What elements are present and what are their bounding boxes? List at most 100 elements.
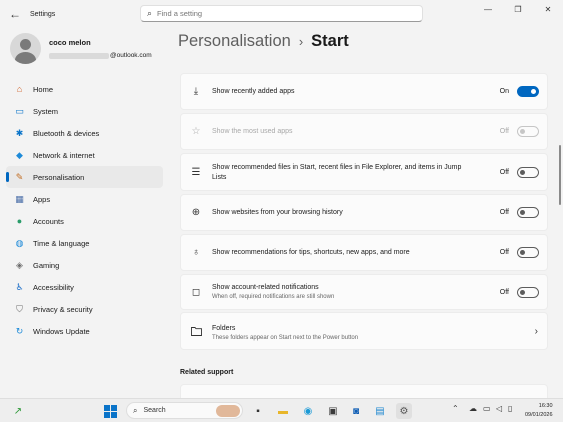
sidebar-item-label: Gaming — [33, 260, 60, 270]
gamepad-icon: ◈ — [16, 259, 23, 270]
toggle-state-label: Off — [499, 209, 509, 216]
sidebar-item-accessibility[interactable]: ♿ Accessibility — [6, 276, 163, 298]
breadcrumb-current: Start — [311, 32, 349, 50]
sidebar-item-label: System — [33, 106, 59, 116]
folders-label: Folders — [212, 325, 236, 332]
edge-browser-icon[interactable]: ◉ — [300, 403, 316, 419]
toggle-switch[interactable] — [517, 207, 539, 218]
sidebar-item-label: Accounts — [33, 216, 64, 226]
system-icon: ▭ — [15, 105, 24, 116]
toggle-switch[interactable] — [517, 166, 539, 178]
setting-label: Show recommended files in Start, recent … — [212, 164, 462, 171]
photos-icon[interactable]: ▤ — [372, 403, 388, 419]
sidebar-item-label: Time & language — [33, 238, 90, 248]
list-icon: ☰ — [191, 166, 201, 178]
sidebar-item-system[interactable]: ▭ System — [6, 100, 163, 122]
chevron-up-icon[interactable]: ⌃ — [452, 404, 459, 413]
battery-icon[interactable]: ▯ — [508, 404, 512, 413]
setting-label: Show recommendations for tips, shortcuts… — [212, 248, 410, 256]
bluetooth-icon: ✱ — [15, 127, 24, 138]
clock-date: 09/01/2026 — [525, 412, 553, 418]
sidebar-item-accounts[interactable]: ● Accounts — [6, 210, 163, 232]
back-arrow-icon[interactable]: ← — [4, 3, 26, 25]
stocks-widget-icon[interactable]: ↗ — [10, 403, 26, 419]
toggle-state-label: Off — [499, 168, 509, 176]
setting-row: ⊕ Show websites from your browsing histor… — [180, 194, 548, 231]
store-icon[interactable]: ▣ — [325, 403, 341, 419]
settings-search-box[interactable]: ⌕ — [140, 5, 423, 22]
sidebar-item-time-language[interactable]: ◍ Time & language — [6, 232, 163, 254]
sidebar-item-bluetooth-devices[interactable]: ✱ Bluetooth & devices — [6, 122, 163, 144]
windows-start-icon[interactable] — [102, 403, 118, 419]
toggle-state-label: Off — [499, 128, 509, 135]
user-profile[interactable]: coco melon @outlook.com — [10, 33, 152, 64]
task-view-icon[interactable]: ▪ — [250, 403, 266, 419]
taskbar-search-label: Search — [143, 407, 166, 414]
toggle-state-label: Off — [499, 249, 509, 256]
sidebar-item-network-internet[interactable]: ◆ Network & internet — [6, 144, 163, 166]
sidebar-item-personalisation[interactable]: ✎ Personalisation — [6, 166, 163, 188]
setting-label: Show account-related notifications — [212, 284, 319, 291]
sidebar-item-home[interactable]: ⌂ Home — [6, 78, 163, 100]
sidebar-item-windows-update[interactable]: ↻ Windows Update — [6, 320, 163, 342]
toggle-switch[interactable] — [517, 86, 539, 97]
globe-icon: ⊕ — [191, 207, 201, 218]
accessibility-icon: ♿ — [15, 281, 24, 292]
search-input[interactable] — [157, 9, 398, 18]
toggle-state-label: Off — [499, 288, 509, 296]
sidebar-item-label: Personalisation — [33, 172, 85, 182]
settings-gear-icon[interactable]: ⚙ — [396, 403, 412, 419]
accounts-icon: ● — [16, 216, 23, 226]
network-icon[interactable]: ▭ — [483, 404, 491, 413]
folders-link[interactable]: Folders These folders appear on Start ne… — [180, 312, 548, 350]
file-explorer-icon[interactable]: ▬ — [275, 403, 291, 419]
sidebar-item-gaming[interactable]: ◈ Gaming — [6, 254, 163, 276]
home-icon: ⌂ — [16, 84, 23, 94]
sidebar-item-label: Privacy & security — [33, 304, 93, 314]
scrollbar-thumb[interactable] — [559, 145, 561, 205]
breadcrumb-chevron-icon: › — [298, 34, 304, 49]
breadcrumb-parent[interactable]: Personalisation — [178, 32, 291, 51]
sidebar-item-privacy-security[interactable]: ⛉ Privacy & security — [6, 298, 163, 320]
toggle-switch[interactable] — [517, 286, 539, 298]
search-icon: ⌕ — [133, 405, 138, 415]
maximize-button[interactable]: ❐ — [503, 0, 533, 18]
shield-icon: ⛉ — [16, 303, 23, 314]
minimize-button[interactable]: — — [473, 0, 503, 18]
setting-label: Show the most used apps — [212, 127, 293, 135]
title-bar: ← Settings ⌕ — ❐ ✕ — [0, 0, 563, 28]
globe-clock-icon: ◍ — [15, 237, 24, 248]
profile-email: @outlook.com — [49, 52, 152, 59]
setting-label-continued: Lists — [212, 174, 227, 181]
app-title: Settings — [30, 10, 56, 18]
sidebar-item-label: Accessibility — [33, 282, 74, 292]
cloud-icon[interactable]: ☁ — [469, 404, 477, 413]
sidebar-item-apps[interactable]: ▦ Apps — [6, 188, 163, 210]
taskbar: ↗ ⌕ Search ▪ ▬ ◉ ▣ ◙ ▤ ⚙ ⌃ ☁ ▭ ◁ ▯ 16:30… — [0, 398, 563, 422]
setting-row: ♁ Show recommendations for tips, shortcut… — [180, 234, 548, 271]
window-controls: — ❐ ✕ — [473, 0, 563, 18]
outlook-icon[interactable]: ◙ — [348, 403, 364, 419]
setting-row: ☰ Show recommended files in Start, recent… — [180, 153, 548, 191]
sidebar-nav: ⌂ Home ▭ System ✱ Bluetooth & devices ◆ Network… — [6, 78, 163, 342]
redacted-email-blur — [49, 52, 109, 59]
close-button[interactable]: ✕ — [533, 0, 563, 18]
search-highlight-image — [216, 405, 240, 417]
setting-row: ⤓ Show recently added apps On — [180, 73, 548, 110]
search-icon: ⌕ — [147, 8, 153, 18]
setting-label: Show websites from your browsing history — [212, 208, 343, 216]
taskbar-search[interactable]: ⌕ Search — [126, 402, 243, 419]
notification-icon: ◻ — [191, 286, 201, 298]
apps-icon: ▦ — [15, 193, 24, 204]
volume-icon[interactable]: ◁ — [496, 404, 502, 413]
profile-name: coco melon — [49, 38, 91, 47]
system-clock[interactable]: 16:30 09/01/2026 — [525, 402, 553, 420]
setting-row: ☆ Show the most used apps Off — [180, 113, 548, 150]
folder-icon — [190, 325, 202, 337]
lightbulb-icon: ♁ — [192, 247, 200, 258]
paintbrush-icon: ✎ — [15, 171, 24, 182]
page-title: Personalisation › Start — [178, 32, 349, 51]
profile-email-suffix: @outlook.com — [110, 52, 152, 59]
toggle-switch[interactable] — [517, 247, 539, 258]
sidebar-item-label: Windows Update — [33, 326, 90, 336]
